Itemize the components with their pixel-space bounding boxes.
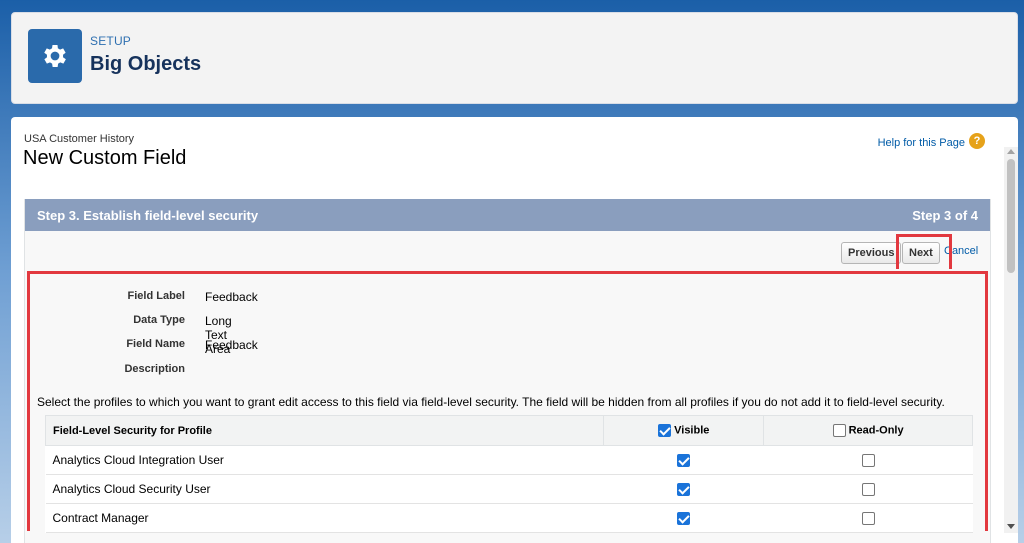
instructions-text: Select the profiles to which you want to… <box>37 395 945 409</box>
visible-checkbox[interactable] <box>677 454 691 468</box>
setup-header: SETUP Big Objects <box>11 12 1018 104</box>
step-panel: Step 3. Establish field-level security S… <box>24 199 991 543</box>
help-link[interactable]: Help for this Page <box>878 137 965 149</box>
visible-select-all-checkbox[interactable] <box>658 424 672 437</box>
main-content: USA Customer History New Custom Field He… <box>11 117 1018 543</box>
table-row: Contract Manager <box>45 503 973 533</box>
header-eyebrow: SETUP <box>90 34 132 48</box>
scrollbar[interactable] <box>1004 147 1018 533</box>
profile-name: Contract Manager <box>45 503 604 533</box>
step-bar: Step 3. Establish field-level security S… <box>25 199 990 231</box>
readonly-header-label: Read-Only <box>848 424 904 437</box>
previous-button[interactable]: Previous <box>841 242 902 264</box>
readonly-checkbox[interactable] <box>861 483 875 497</box>
gear-icon <box>28 29 82 83</box>
detail-area: Field Label Feedback Data Type Long Text… <box>25 269 990 543</box>
step-title: Step 3. Establish field-level security <box>37 208 259 223</box>
visible-column-header: Visible <box>603 415 765 446</box>
field-level-security-table: Field-Level Security for Profile Visible… <box>44 415 973 533</box>
profile-column-header: Field-Level Security for Profile <box>44 415 605 446</box>
readonly-select-all-checkbox[interactable] <box>832 424 846 437</box>
readonly-checkbox[interactable] <box>861 512 875 526</box>
visible-checkbox[interactable] <box>677 483 691 497</box>
profile-name: Analytics Cloud Security User <box>45 474 604 504</box>
button-row: Previous Next Cancel <box>25 231 990 272</box>
step-count: Step 3 of 4 <box>912 208 978 223</box>
table-header-row: Field-Level Security for Profile Visible… <box>44 415 973 446</box>
scroll-thumb[interactable] <box>1007 159 1015 273</box>
scroll-up-arrow-icon[interactable] <box>1007 149 1015 154</box>
header-title: Big Objects <box>90 53 202 75</box>
profile-name: Analytics Cloud Integration User <box>45 445 604 475</box>
scroll-down-arrow-icon[interactable] <box>1007 524 1015 529</box>
help-icon[interactable]: ? <box>969 133 985 149</box>
detail-label: Field Name <box>126 338 185 350</box>
detail-label: Field Label <box>127 290 185 302</box>
readonly-column-header: Read-Only <box>763 415 973 446</box>
readonly-checkbox[interactable] <box>861 454 875 468</box>
visible-checkbox[interactable] <box>677 512 691 526</box>
next-highlight-box <box>896 234 952 272</box>
detail-label: Description <box>124 363 185 375</box>
detail-value: Feedback <box>205 338 258 352</box>
detail-label: Data Type <box>133 314 185 326</box>
detail-value: Feedback <box>205 290 258 304</box>
table-row: Analytics Cloud Security User <box>45 474 973 504</box>
visible-header-label: Visible <box>674 424 710 437</box>
table-row: Analytics Cloud Integration User <box>45 445 973 475</box>
breadcrumb: USA Customer History <box>24 133 135 145</box>
page-title: New Custom Field <box>23 147 187 169</box>
